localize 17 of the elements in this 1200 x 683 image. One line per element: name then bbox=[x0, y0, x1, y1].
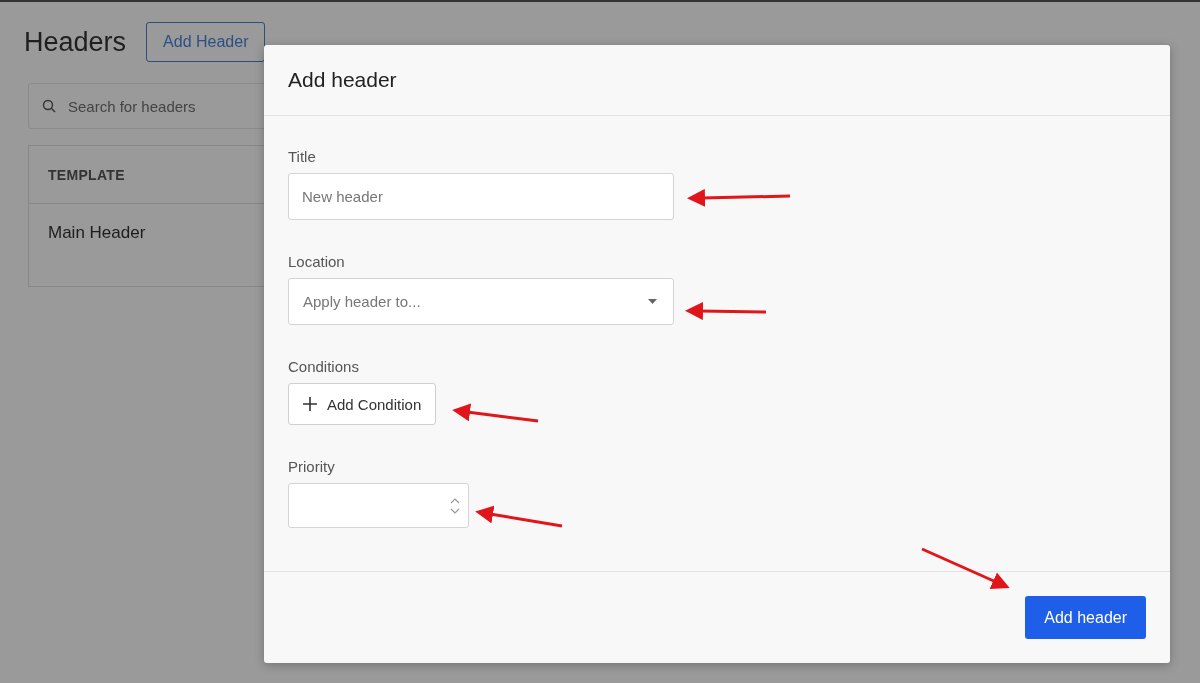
table-cell: Main Header bbox=[48, 223, 146, 242]
search-icon bbox=[42, 99, 56, 113]
plus-icon bbox=[303, 397, 317, 411]
caret-icon bbox=[648, 299, 657, 304]
title-input[interactable]: New header bbox=[288, 173, 674, 220]
column-header: TEMPLATE bbox=[48, 166, 125, 183]
add-header-button[interactable]: Add Header bbox=[146, 22, 266, 62]
priority-input[interactable] bbox=[288, 483, 469, 528]
field-label: Title bbox=[288, 148, 317, 165]
field-label: Location bbox=[288, 253, 346, 270]
page-title: Headers bbox=[24, 26, 127, 58]
add-header-submit-button[interactable]: Add header bbox=[1025, 596, 1146, 639]
location-select[interactable]: Apply header to... bbox=[288, 278, 674, 325]
add-condition-button[interactable]: Add Condition bbox=[288, 383, 437, 425]
field-label: Priority bbox=[288, 458, 336, 475]
field-label: Conditions bbox=[288, 358, 360, 375]
dialog-title: Add header bbox=[288, 68, 397, 92]
